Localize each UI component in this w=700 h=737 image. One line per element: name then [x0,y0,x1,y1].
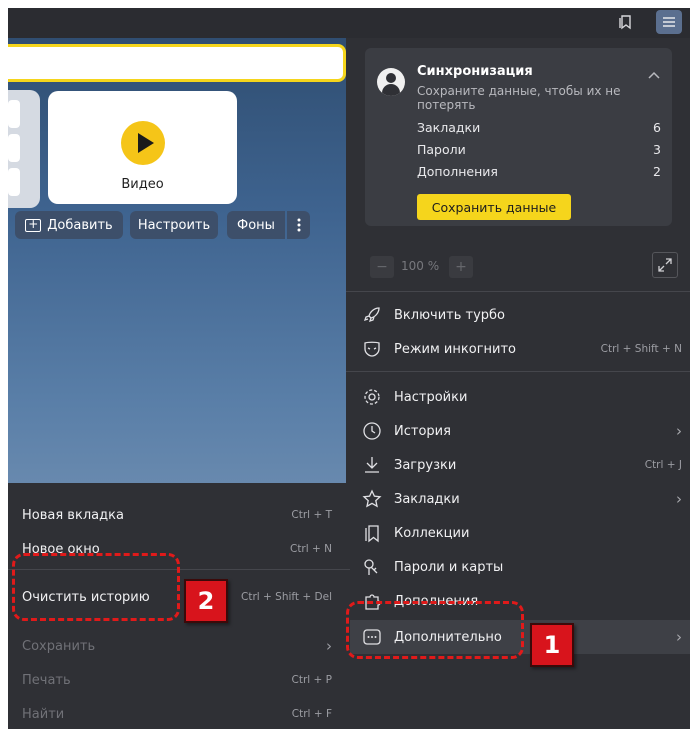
rocket-icon [362,305,382,325]
customize-button[interactable]: Настроить [130,211,218,239]
menu-item-settings[interactable]: Настройки [346,380,690,414]
browser-window: Видео + Добавить Настроить Фоны Синхрони… [8,8,690,729]
collections-icon[interactable] [612,10,638,34]
chevron-right-icon: › [676,422,682,440]
add-tile-button[interactable]: + Добавить [15,211,123,239]
play-icon [121,121,165,165]
submenu-item-print[interactable]: Печать Ctrl + P [8,663,350,697]
sync-row-passwords: Пароли 3 [417,142,661,157]
fullscreen-icon[interactable] [652,252,678,278]
video-tile[interactable]: Видео [48,91,237,204]
zoom-in-button[interactable]: + [449,256,473,278]
sync-row-extensions: Дополнения 2 [417,164,661,179]
browser-top-bar [8,8,690,38]
key-card-icon [362,557,382,577]
highlight-clear-history [12,553,180,621]
menu-item-history[interactable]: История › [346,414,690,448]
menu-item-downloads[interactable]: Загрузки Ctrl + J [346,448,690,482]
submenu-item-find[interactable]: Найти Ctrl + F [8,697,350,729]
chevron-up-icon[interactable] [648,64,660,83]
menu-divider [346,371,690,372]
tile-placeholder[interactable] [8,100,20,128]
chevron-right-icon: › [676,490,682,508]
save-data-button[interactable]: Сохранить данные [417,194,571,220]
backgrounds-button[interactable]: Фоны [227,211,285,239]
sync-title: Синхронизация [417,64,533,79]
menu-item-bookmarks[interactable]: Закладки › [346,482,690,516]
menu-item-collections[interactable]: Коллекции [346,516,690,550]
more-vertical-icon[interactable] [287,211,310,239]
chevron-right-icon: › [676,628,682,646]
hamburger-menu-icon[interactable] [656,10,682,34]
tile-placeholder[interactable] [8,134,20,162]
sync-card: Синхронизация Сохраните данные, чтобы их… [365,48,672,226]
menu-item-incognito[interactable]: Режим инкогнито Ctrl + Shift + N [346,332,690,366]
highlight-more [346,601,524,659]
menu-divider [346,291,690,292]
clock-icon [362,421,382,441]
step-badge-1: 1 [530,623,574,667]
zoom-out-button[interactable]: − [370,256,394,278]
menu-item-turbo[interactable]: Включить турбо [346,298,690,332]
submenu-item-save[interactable]: Сохранить › [8,629,350,663]
star-icon [362,489,382,509]
download-icon [362,455,382,475]
plus-icon: + [25,218,42,232]
tile-placeholder[interactable] [8,168,20,196]
menu-item-passwords[interactable]: Пароли и карты [346,550,690,584]
sync-subtitle: Сохраните данные, чтобы их не потерять [417,84,621,112]
mask-icon [362,339,382,359]
collections-icon [362,523,382,543]
submenu-item-new-tab[interactable]: Новая вкладка Ctrl + T [8,498,350,532]
gear-icon [362,387,382,407]
tiles-group [8,90,40,208]
search-address-bar[interactable] [8,44,346,82]
avatar-icon [377,68,405,96]
zoom-level: 100 % [401,259,440,273]
step-badge-2: 2 [184,579,228,623]
chevron-right-icon: › [326,637,332,655]
video-tile-label: Видео [121,177,164,192]
sync-row-bookmarks: Закладки 6 [417,120,661,135]
